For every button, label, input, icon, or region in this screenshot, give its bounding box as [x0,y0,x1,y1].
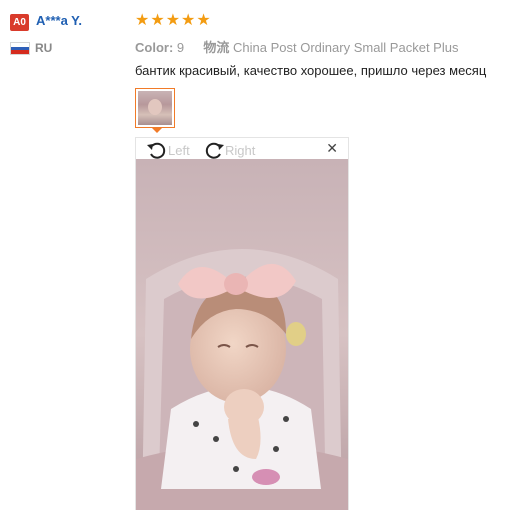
rating-stars: ★ ★ ★ ★ ★ [135,11,211,29]
buyer-level-badge: A0 [10,14,29,31]
shipping-label: 物流 [203,40,230,55]
review-photo-thumbnail[interactable] [135,88,175,128]
star-icon: ★ [165,10,181,29]
review-photo [136,159,348,510]
thumbnail-image [138,91,172,125]
color-value: 9 [176,40,185,55]
star-icon: ★ [196,10,211,29]
color-label: Color: [135,40,174,55]
reviewer-name: A***a Y. [36,13,83,28]
country-flag-icon [10,42,30,55]
rotate-right-label: Right [225,142,256,158]
viewer-toolbar: Left Right ✕ [136,138,348,160]
star-icon: ★ [135,10,150,29]
shipping-value: China Post Ordinary Small Packet Plus [233,40,459,55]
star-icon: ★ [181,10,196,29]
rotate-right-button[interactable]: Right [203,140,255,160]
star-icon: ★ [150,10,165,29]
photo-viewer: Left Right ✕ [135,137,349,510]
rotate-left-icon [146,140,168,160]
review-text: бантик красивый, качество хорошее, пришл… [135,63,487,78]
rotate-right-icon [203,140,225,160]
rotate-left-label: Left [168,142,190,158]
rotate-left-button[interactable]: Left [146,140,190,160]
order-attributes: Color: 9 物流 China Post Ordinary Small Pa… [135,37,458,56]
thumbnail-pointer [151,127,163,133]
reviewer-country: RU [35,41,53,55]
close-icon[interactable]: ✕ [326,141,338,157]
